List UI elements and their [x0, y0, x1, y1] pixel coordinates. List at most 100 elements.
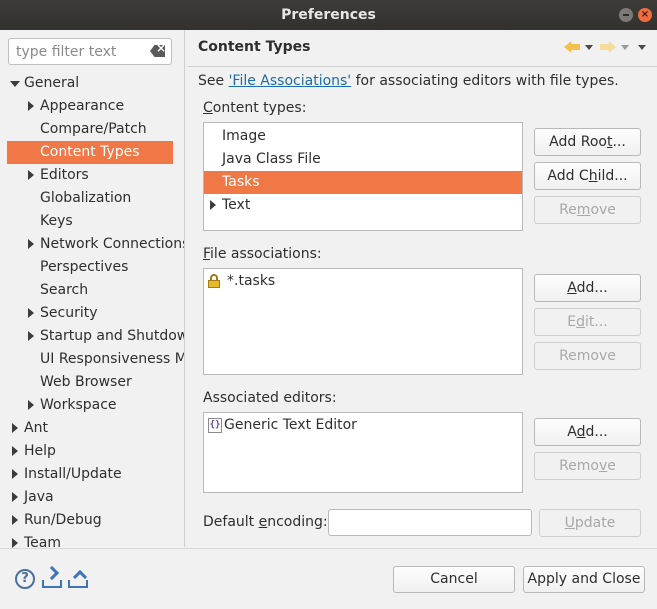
lock-icon [208, 274, 220, 288]
tree-item-label: Ant [24, 420, 48, 436]
preference-tree[interactable]: General Appearance Compare/Patch Content Ty… [0, 72, 184, 548]
tree-item-ant[interactable]: Ant [0, 417, 184, 440]
description-text: See 'File Associations' for associating … [198, 73, 619, 89]
export-icon[interactable] [67, 568, 89, 590]
description-prefix: See [198, 73, 229, 89]
clear-filter-icon[interactable] [150, 45, 165, 57]
content-type-item[interactable]: Image [204, 125, 522, 148]
content-types-label: Content types: [203, 100, 307, 116]
content-type-item[interactable]: Text [204, 194, 522, 217]
tree-item-run-debug[interactable]: Run/Debug [0, 509, 184, 532]
expand-icon[interactable] [26, 95, 36, 118]
tree-item-content-types[interactable]: Content Types [7, 141, 173, 164]
close-button[interactable]: × [638, 8, 652, 22]
tree-item-label: Run/Debug [24, 512, 102, 528]
tree-item-label: Search [40, 282, 89, 298]
tree-item-label: Globalization [40, 190, 132, 206]
tree-item-network-connections[interactable]: Network Connections [0, 233, 184, 256]
tree-item-label: Perspectives [40, 259, 129, 275]
import-icon[interactable] [41, 565, 63, 590]
window-title: Preferences [281, 7, 376, 23]
expand-icon[interactable] [10, 440, 20, 463]
update-button[interactable]: Update [539, 509, 641, 537]
tree-item-label: Content Types [40, 144, 140, 160]
tree-item-team[interactable]: Team [0, 532, 184, 548]
remove-file-association-button[interactable]: Remove [534, 342, 641, 370]
expand-icon[interactable] [10, 509, 20, 532]
sash-divider[interactable] [184, 30, 185, 547]
forward-arrow-icon[interactable] [600, 41, 616, 53]
remove-content-type-button[interactable]: Remove [534, 196, 641, 224]
tree-item-startup-and-shutdown[interactable]: Startup and Shutdown [0, 325, 184, 348]
tree-item-label: General [24, 75, 80, 91]
tree-item-web-browser[interactable]: Web Browser [0, 371, 184, 394]
expand-icon[interactable] [10, 532, 20, 548]
tree-item-label: Team [24, 535, 62, 548]
add-child-button[interactable]: Add Child... [534, 162, 641, 190]
tree-item-ui-responsiveness-monitoring[interactable]: UI Responsiveness Monitoring [0, 348, 184, 371]
tree-item-label: Java [24, 489, 54, 505]
tree-item-label: Workspace [40, 397, 117, 413]
tree-item-install-update[interactable]: Install/Update [0, 463, 184, 486]
associated-editor-label: Generic Text Editor [224, 417, 357, 433]
back-arrow-icon[interactable] [564, 41, 580, 53]
tree-item-general[interactable]: General [0, 72, 184, 95]
default-encoding-input[interactable] [328, 509, 532, 536]
header-divider [188, 66, 657, 67]
content-type-item[interactable]: Java Class File [204, 148, 522, 171]
page-title: Content Types [198, 39, 311, 55]
expand-icon[interactable] [26, 325, 36, 348]
tree-item-label: Appearance [40, 98, 125, 114]
tree-item-java[interactable]: Java [0, 486, 184, 509]
expand-icon[interactable] [208, 194, 218, 217]
associated-editors-list[interactable]: {} Generic Text Editor [203, 412, 523, 493]
expand-icon[interactable] [26, 394, 36, 417]
add-root-button[interactable]: Add Root... [534, 128, 641, 156]
edit-file-association-button[interactable]: Edit... [534, 308, 641, 336]
tree-item-compare-patch[interactable]: Compare/Patch [0, 118, 184, 141]
add-editor-button[interactable]: Add... [534, 418, 641, 446]
content-types-list[interactable]: Image Java Class File Tasks Text [203, 122, 523, 231]
file-associations-list[interactable]: *.tasks [203, 268, 523, 375]
tree-item-help[interactable]: Help [0, 440, 184, 463]
tree-item-security[interactable]: Security [0, 302, 184, 325]
filter-input[interactable] [9, 39, 139, 64]
tree-item-globalization[interactable]: Globalization [0, 187, 184, 210]
expand-icon[interactable] [26, 302, 36, 325]
apply-and-close-button[interactable]: Apply and Close [523, 566, 645, 593]
add-file-association-button[interactable]: Add... [534, 274, 641, 302]
description-suffix: for associating editors with file types. [351, 73, 619, 89]
tree-item-search[interactable]: Search [0, 279, 184, 302]
expand-icon[interactable] [26, 164, 36, 187]
tree-item-appearance[interactable]: Appearance [0, 95, 184, 118]
tree-item-label: UI Responsiveness Monitoring [40, 351, 184, 367]
minimize-button[interactable] [619, 8, 633, 22]
collapse-icon[interactable] [10, 72, 20, 95]
back-dropdown-icon[interactable] [585, 45, 593, 50]
help-icon[interactable]: ? [15, 569, 35, 589]
tree-item-perspectives[interactable]: Perspectives [0, 256, 184, 279]
file-associations-label: File associations: [203, 246, 322, 262]
file-association-item[interactable]: *.tasks [204, 270, 522, 293]
expand-icon[interactable] [10, 417, 20, 440]
tree-item-editors[interactable]: Editors [0, 164, 184, 187]
cancel-button[interactable]: Cancel [393, 566, 515, 593]
title-bar: Preferences × [0, 0, 657, 30]
content-type-label: Image [222, 128, 266, 144]
associated-editor-item[interactable]: {} Generic Text Editor [204, 414, 522, 437]
expand-icon[interactable] [10, 486, 20, 509]
remove-editor-button[interactable]: Remove [534, 452, 641, 480]
content-type-label: Java Class File [222, 151, 321, 167]
expand-icon[interactable] [10, 463, 20, 486]
tree-item-workspace[interactable]: Workspace [0, 394, 184, 417]
content-type-label: Tasks [222, 174, 260, 190]
file-associations-link[interactable]: 'File Associations' [229, 73, 352, 89]
tree-item-keys[interactable]: Keys [0, 210, 184, 233]
expand-icon[interactable] [26, 233, 36, 256]
view-menu-icon[interactable] [638, 45, 646, 50]
tree-item-label: Security [40, 305, 98, 321]
filter-field[interactable] [8, 38, 172, 65]
forward-dropdown-icon[interactable] [621, 45, 629, 50]
tree-item-label: Keys [40, 213, 73, 229]
content-type-item[interactable]: Tasks [204, 171, 522, 194]
